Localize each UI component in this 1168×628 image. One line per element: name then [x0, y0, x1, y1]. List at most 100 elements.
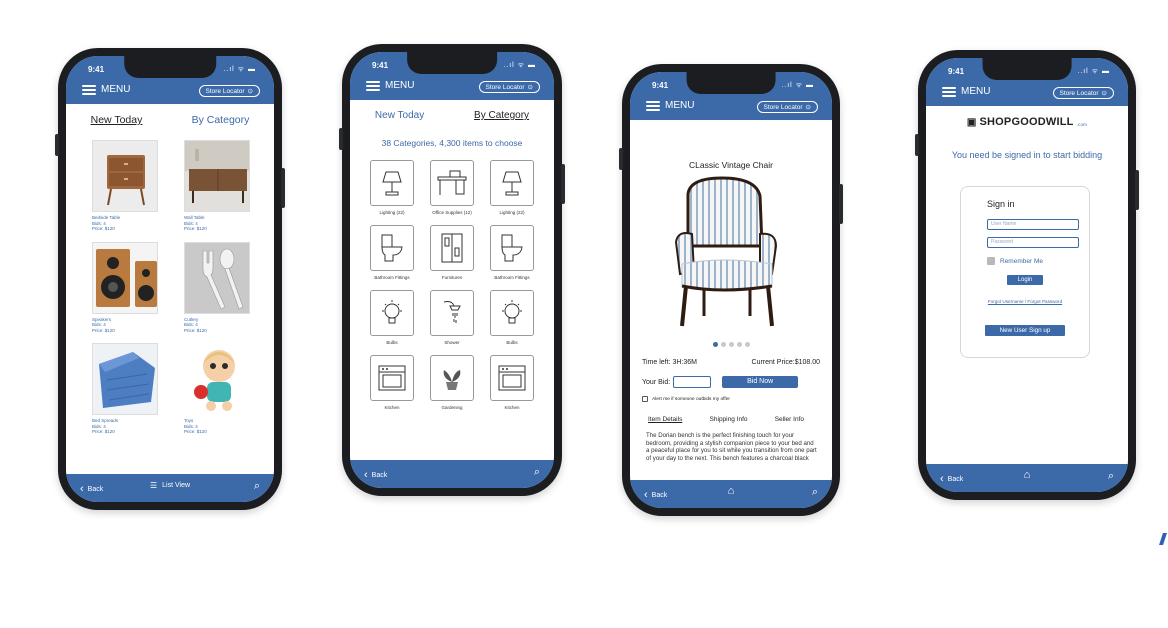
menu-button[interactable]: MENU: [646, 100, 694, 111]
bedside-table-image: [92, 140, 158, 212]
category-grid: Lighting (22) Office Supplies (12) Light…: [362, 160, 542, 410]
password-input[interactable]: Password: [987, 237, 1079, 248]
search-icon[interactable]: ⌕: [812, 486, 818, 499]
new-user-sign-up-button[interactable]: New User Sign up: [985, 325, 1065, 336]
status-icons: ..ıl ᯤ ▬: [223, 66, 256, 73]
outbid-alert-option[interactable]: Alert me if someone outbids my offer: [642, 396, 730, 402]
detail-tabs: Item Details Shipping Info Seller Info: [648, 416, 804, 423]
plant-icon: [443, 370, 461, 390]
product-price: Price: $120: [184, 226, 207, 231]
menu-button[interactable]: MENU: [942, 86, 990, 97]
category-tile[interactable]: Bathroom Fittings: [363, 225, 421, 280]
product-card[interactable]: Toys Bids: 4 Price: $120: [184, 343, 256, 435]
carousel-dot[interactable]: [720, 342, 726, 347]
remember-me-option[interactable]: Remember Me: [987, 257, 1043, 265]
list-icon: ☰: [149, 481, 158, 490]
back-label: Back: [651, 491, 668, 499]
username-input[interactable]: User Name: [987, 219, 1079, 230]
category-tile[interactable]: Bathroom Fittings: [483, 225, 541, 280]
forgot-credentials-link[interactable]: Forgot Username / Forgot Password: [961, 299, 1089, 304]
carousel-dot[interactable]: [712, 342, 718, 347]
auction-status: Time left: 3H:36M Current Price:$108.00: [642, 359, 820, 366]
phone-side-button: [281, 168, 285, 208]
back-button[interactable]: ‹ Back: [644, 489, 667, 501]
back-button[interactable]: ‹ Back: [940, 473, 963, 485]
category-tile[interactable]: Lighting (22): [363, 160, 421, 215]
category-label: Bulbs: [506, 340, 518, 345]
toys-image: [184, 343, 250, 415]
category-label: Office Supplies (12): [432, 210, 472, 215]
menu-label: MENU: [101, 84, 131, 95]
bottom-bar: ‹ Back ⌕: [350, 460, 554, 488]
carousel-dot[interactable]: [744, 342, 750, 347]
category-tile[interactable]: Kitchen: [363, 355, 421, 410]
category-tile[interactable]: Kitchen: [483, 355, 541, 410]
chevron-left-icon: ‹: [80, 483, 84, 495]
carousel-dots[interactable]: [630, 342, 832, 347]
bid-input[interactable]: [673, 376, 712, 388]
phone-item-detail: 9:41 ..ıl ᯤ ▬ MENU Store Locator ⊙ CLass…: [619, 64, 843, 516]
back-button[interactable]: ‹ Back: [364, 469, 387, 481]
tab-new-today[interactable]: New Today: [91, 114, 143, 126]
home-icon[interactable]: ⌂: [1024, 469, 1031, 481]
category-tile[interactable]: Bulbs: [483, 290, 541, 345]
category-tile[interactable]: Shower: [423, 290, 481, 345]
category-tile[interactable]: Lighting (22): [483, 160, 541, 215]
bulb-icon: [382, 300, 402, 324]
alert-checkbox[interactable]: [642, 396, 648, 402]
logo-suffix: .com: [1076, 122, 1088, 127]
store-locator-button[interactable]: Store Locator ⊙: [1052, 87, 1114, 99]
category-label: Kitchen: [504, 405, 520, 410]
tab-item-details[interactable]: Item Details: [648, 416, 682, 423]
back-label: Back: [87, 485, 104, 493]
logo-text: SHOPGOODWILL: [979, 116, 1074, 128]
category-label: Shower: [444, 340, 460, 345]
search-icon[interactable]: ⌕: [534, 466, 540, 479]
category-label: Kitchen: [384, 405, 400, 410]
location-pin-icon: ⊙: [805, 104, 811, 111]
category-tile[interactable]: Gardening: [423, 355, 481, 410]
back-label: Back: [947, 475, 964, 483]
product-card[interactable]: Bedside Table Bids: 4 Price: $120: [92, 140, 164, 232]
tab-by-category[interactable]: By Category: [192, 114, 250, 126]
menu-button[interactable]: MENU: [82, 84, 130, 95]
bid-now-button[interactable]: Bid Now: [722, 376, 799, 388]
status-icons: ..ıl ᯤ ▬: [1077, 68, 1110, 75]
category-tile[interactable]: Office Supplies (12): [423, 160, 481, 215]
remember-me-checkbox[interactable]: [987, 257, 995, 265]
search-icon[interactable]: ⌕: [254, 480, 260, 493]
list-view-button[interactable]: ☰ List View: [150, 481, 190, 490]
store-locator-button[interactable]: Store Locator ⊙: [478, 81, 540, 93]
product-grid: Bedside Table Bids: 4 Price: $120 Wall Tab…: [92, 140, 256, 435]
item-description: The Dorian bench is the perfect finishin…: [646, 432, 817, 463]
tab-new-today[interactable]: New Today: [375, 110, 424, 121]
store-locator-button[interactable]: Store Locator ⊙: [756, 101, 818, 113]
location-pin-icon: ⊙: [527, 84, 533, 91]
menu-button[interactable]: MENU: [366, 80, 414, 91]
product-card[interactable]: Cutlery Bids: 4 Price: $120: [184, 241, 256, 334]
menu-label: MENU: [961, 86, 991, 97]
sign-in-title: Sign in: [987, 199, 1015, 209]
product-card[interactable]: Wall Table Bids: 4 Price: $120: [184, 140, 256, 232]
category-tile[interactable]: Furnitures: [423, 225, 481, 280]
back-button[interactable]: ‹ Back: [80, 483, 103, 495]
notch: [982, 58, 1072, 80]
current-price: Current Price:$108.00: [751, 359, 820, 366]
home-icon[interactable]: ⌂: [728, 485, 735, 497]
product-card[interactable]: Bed Spreads Bids: 4 Price: $120: [92, 343, 164, 435]
tab-by-category[interactable]: By Category: [474, 110, 529, 121]
product-card[interactable]: Speakers Bids: 4 Price: $120: [92, 241, 164, 334]
login-button[interactable]: Login: [1007, 275, 1043, 285]
phone-new-today: 9:41 ..ıl ᯤ ▬ MENU Store Locator ⊙ New T…: [55, 48, 285, 510]
tab-seller-info[interactable]: Seller Info: [775, 416, 804, 423]
category-tile[interactable]: Bulbs: [363, 290, 421, 345]
store-locator-button[interactable]: Store Locator ⊙: [198, 85, 260, 97]
carousel-dot[interactable]: [728, 342, 734, 347]
screen: 9:41 ..ıl ᯤ ▬ MENU Store Locator ⊙ New T…: [66, 56, 274, 502]
location-pin-icon: ⊙: [1101, 90, 1107, 97]
remember-me-label: Remember Me: [1000, 257, 1043, 265]
tab-shipping-info[interactable]: Shipping Info: [710, 416, 748, 423]
chair-image[interactable]: [660, 176, 790, 334]
carousel-dot[interactable]: [736, 342, 742, 347]
search-icon[interactable]: ⌕: [1108, 470, 1114, 483]
